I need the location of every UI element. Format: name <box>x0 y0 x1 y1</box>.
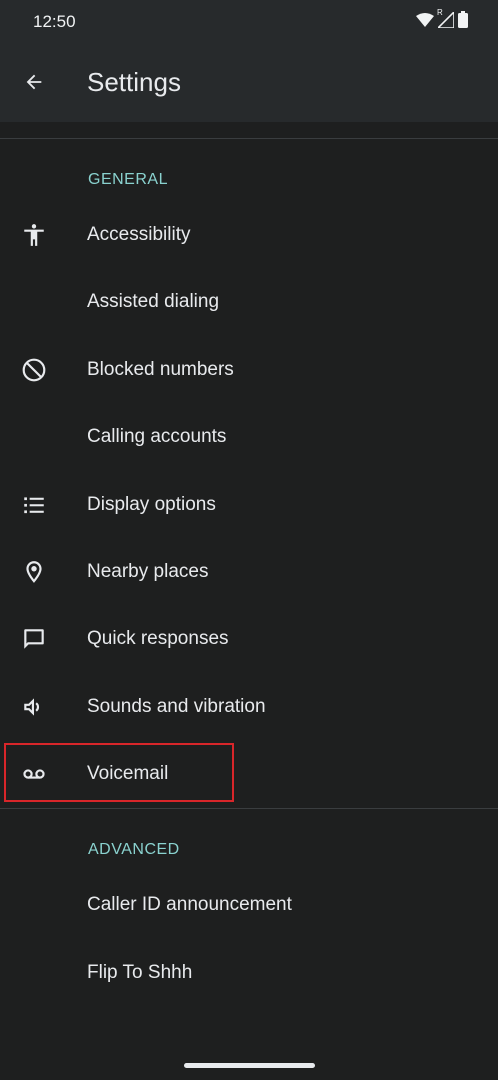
settings-item-label: Display options <box>87 494 216 515</box>
accessibility-icon <box>20 221 48 249</box>
status-time: 12:50 <box>33 12 76 31</box>
settings-item-display-options[interactable]: Display options <box>0 473 498 537</box>
app-bar: 12:50 R Settings <box>0 0 498 122</box>
settings-item-voicemail[interactable]: Voicemail <box>0 742 498 806</box>
arrow-back-icon <box>23 71 45 98</box>
settings-item-assisted-dialing[interactable]: Assisted dialing <box>0 270 498 334</box>
voicemail-icon <box>20 760 48 788</box>
chat-bubble-icon <box>20 625 48 653</box>
settings-item-accessibility[interactable]: Accessibility <box>0 203 498 267</box>
status-icons: R <box>416 8 468 33</box>
settings-item-label: Assisted dialing <box>87 291 220 312</box>
settings-item-quick-responses[interactable]: Quick responses <box>0 607 498 671</box>
settings-item-sounds-and-vibration[interactable]: Sounds and vibration <box>0 675 498 739</box>
top-divider <box>0 138 498 139</box>
settings-item-flip-to-shhh[interactable]: Flip To Shhh <box>0 941 498 1005</box>
wifi-icon <box>416 12 434 32</box>
settings-item-label: Quick responses <box>87 628 229 649</box>
section-header-advanced: ADVANCED <box>88 841 180 858</box>
settings-item-label: Calling accounts <box>87 426 227 447</box>
page-title: Settings <box>87 67 181 97</box>
settings-item-label: Sounds and vibration <box>87 696 266 717</box>
settings-item-caller-id-announcement[interactable]: Caller ID announcement <box>0 873 498 937</box>
section-divider <box>0 808 498 809</box>
section-header-general: GENERAL <box>88 171 168 188</box>
volume-icon <box>20 693 48 721</box>
settings-item-label: Voicemail <box>87 763 169 784</box>
settings-item-label: Nearby places <box>87 561 209 582</box>
signal-icon: R <box>436 8 455 33</box>
back-button[interactable] <box>10 60 58 108</box>
settings-item-blocked-numbers[interactable]: Blocked numbers <box>0 338 498 402</box>
settings-item-calling-accounts[interactable]: Calling accounts <box>0 405 498 469</box>
battery-icon <box>458 11 468 33</box>
settings-item-nearby-places[interactable]: Nearby places <box>0 540 498 604</box>
roaming-indicator: R <box>437 7 443 17</box>
block-icon <box>20 356 48 384</box>
settings-item-label: Flip To Shhh <box>87 962 193 983</box>
gesture-nav-handle[interactable] <box>184 1063 315 1068</box>
settings-item-label: Caller ID announcement <box>87 894 292 915</box>
settings-item-label: Accessibility <box>87 224 191 245</box>
settings-item-label: Blocked numbers <box>87 359 234 380</box>
list-icon <box>20 491 48 519</box>
location-pin-icon <box>20 558 48 586</box>
